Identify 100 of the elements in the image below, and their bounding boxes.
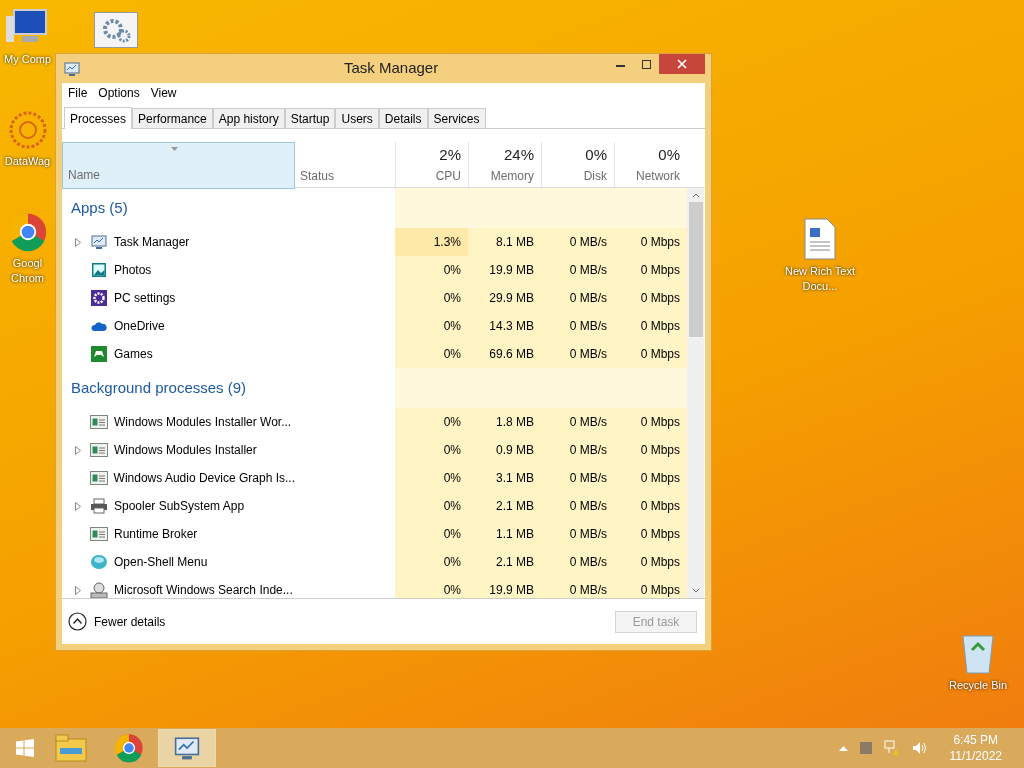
column-label: Status — [300, 167, 335, 185]
printer-icon — [90, 498, 108, 514]
process-name: Windows Audio Device Graph Is... — [113, 470, 295, 487]
collapse-circle-icon[interactable] — [68, 612, 87, 631]
column-header[interactable]: Name — [62, 142, 295, 189]
column-total: 0% — [658, 145, 680, 165]
network-warning-icon[interactable] — [883, 740, 900, 756]
process-name: PC settings — [114, 290, 176, 307]
process-name: Microsoft Windows Search Inde... — [114, 582, 293, 598]
document-icon — [803, 218, 837, 260]
column-label: CPU — [435, 167, 461, 185]
disk-cell: 0 MB/s — [541, 576, 614, 598]
network-cell: 0 Mbps — [614, 436, 687, 464]
network-cell: 0 Mbps — [614, 548, 687, 576]
window-app-icon — [90, 415, 108, 429]
memory-cell: 1.1 MB — [468, 520, 541, 548]
show-hidden-icons-icon[interactable] — [838, 745, 848, 751]
picture-icon — [91, 262, 107, 278]
tab[interactable]: Services — [427, 108, 486, 128]
expand-arrow-icon[interactable] — [75, 501, 81, 511]
disk-cell: 0 MB/s — [541, 340, 614, 368]
tab[interactable]: App history — [212, 108, 285, 128]
memory-cell: 3.1 MB — [468, 464, 541, 492]
column-total: 0% — [585, 145, 607, 165]
disk-cell: 0 MB/s — [541, 548, 614, 576]
column-label: Network — [636, 167, 680, 185]
process-name: Runtime Broker — [114, 526, 198, 543]
sort-caret-icon — [171, 147, 178, 151]
disk-cell: 0 MB/s — [541, 436, 614, 464]
process-name: Photos — [114, 262, 152, 279]
folder-icon — [55, 734, 87, 762]
cpu-cell: 0% — [395, 548, 468, 576]
window-app-icon — [90, 527, 108, 541]
group-heading: Background processes (9) — [71, 377, 247, 398]
tab[interactable]: Details — [378, 108, 428, 128]
cpu-cell: 0% — [395, 464, 468, 492]
cpu-cell: 0% — [395, 312, 468, 340]
disk-cell: 0 MB/s — [541, 284, 614, 312]
expand-arrow-icon[interactable] — [75, 237, 81, 247]
expand-arrow-icon[interactable] — [75, 445, 81, 455]
memory-cell: 29.9 MB — [468, 284, 541, 312]
monitor-chart-icon — [172, 735, 202, 761]
taskbar-button[interactable] — [158, 729, 216, 767]
column-label: Name — [68, 166, 100, 184]
network-cell: 0 Mbps — [614, 492, 687, 520]
circle-logo-icon — [7, 212, 48, 252]
close-icon — [677, 59, 687, 69]
cloud-icon — [91, 320, 107, 332]
process-name: Games — [114, 346, 153, 363]
process-name: Task Manager — [114, 234, 190, 251]
expand-arrow-icon[interactable] — [75, 585, 81, 595]
disk-cell: 0 MB/s — [541, 492, 614, 520]
disk-cell: 0 MB/s — [541, 228, 614, 256]
window-app-icon — [89, 471, 108, 485]
network-cell: 0 Mbps — [614, 464, 687, 492]
column-label: Memory — [490, 167, 534, 185]
memory-cell: 2.1 MB — [468, 492, 541, 520]
disk-cell: 0 MB/s — [541, 464, 614, 492]
tab[interactable]: Performance — [132, 108, 213, 128]
cpu-cell: 0% — [395, 408, 468, 436]
column-header[interactable]: Status — [295, 142, 395, 189]
search-person-icon — [90, 581, 108, 598]
scrollbar[interactable] — [687, 188, 704, 598]
process-name: Windows Modules Installer Wor... — [114, 414, 292, 431]
network-cell: 0 Mbps — [614, 228, 687, 256]
menu-item[interactable]: Options — [98, 84, 140, 102]
tab[interactable]: Processes — [64, 107, 133, 129]
network-cell: 0 Mbps — [614, 256, 687, 284]
cpu-cell: 0% — [395, 576, 468, 598]
speaker-icon[interactable] — [911, 741, 928, 755]
shell-icon — [90, 554, 108, 570]
cpu-cell: 1.3% — [395, 228, 468, 256]
disk-cell: 0 MB/s — [541, 408, 614, 436]
disk-cell: 0 MB/s — [541, 520, 614, 548]
tab[interactable]: Users — [335, 108, 379, 128]
cpu-cell: 0% — [395, 436, 468, 464]
scrollbar-thumb[interactable] — [688, 202, 703, 337]
menu-item[interactable]: View — [150, 84, 177, 102]
menu-item[interactable]: File — [68, 84, 88, 102]
process-name: Windows Modules Installer — [114, 442, 257, 459]
fewer-details-link[interactable]: Fewer details — [94, 612, 166, 631]
column-total: 2% — [439, 145, 461, 165]
disk-cell: 0 MB/s — [541, 256, 614, 284]
cpu-cell: 0% — [395, 284, 468, 312]
monitor-chart-icon — [64, 60, 80, 77]
memory-cell: 19.9 MB — [468, 256, 541, 284]
network-cell: 0 Mbps — [614, 408, 687, 436]
memory-cell: 0.9 MB — [468, 436, 541, 464]
monitor-chart-icon — [91, 234, 107, 250]
settings-shortcut-icon[interactable] — [94, 12, 138, 48]
process-name: Spooler SubSystem App — [114, 498, 245, 515]
network-cell: 0 Mbps — [614, 284, 687, 312]
square-tray-icon[interactable] — [859, 742, 872, 754]
tab[interactable]: Startup — [284, 108, 336, 128]
process-name: OneDrive — [114, 318, 165, 335]
network-cell: 0 Mbps — [614, 576, 687, 598]
column-label: Disk — [583, 167, 607, 185]
windows-logo-icon — [16, 739, 34, 757]
memory-cell: 8.1 MB — [468, 228, 541, 256]
cpu-cell: 0% — [395, 492, 468, 520]
